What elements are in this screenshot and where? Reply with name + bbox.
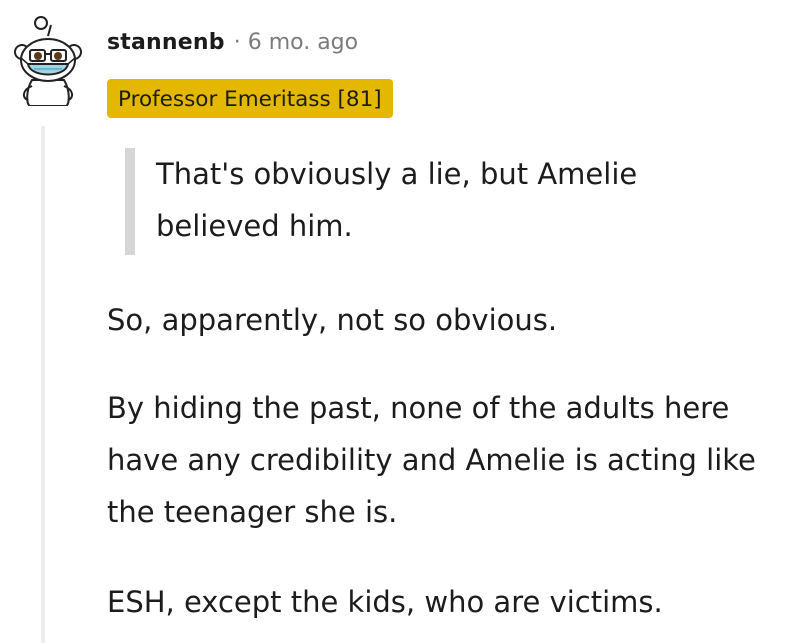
comment-paragraph: So, apparently, not so obvious. (107, 303, 558, 337)
thread-line[interactable] (41, 126, 45, 643)
avatar-antenna (47, 24, 52, 37)
comment-paragraph: ESH, except the kids, who are victims. (107, 585, 663, 619)
comment-paragraph: By hiding the past, none of the adults h… (107, 391, 756, 529)
comment-header: stannenb · 6 mo. ago (107, 30, 358, 55)
avatar-antenna-ball (34, 16, 48, 30)
blockquote-bar (125, 148, 135, 255)
timestamp[interactable]: 6 mo. ago (248, 30, 358, 55)
username[interactable]: stannenb (107, 30, 225, 55)
user-flair: Professor Emeritass [81] (107, 79, 393, 118)
blockquote-text: That's obviously a lie, but Amelie belie… (156, 157, 638, 243)
avatar-right-eye (54, 52, 62, 60)
avatar-body (26, 79, 70, 106)
user-avatar[interactable] (8, 14, 88, 106)
meta-separator: · (233, 30, 241, 55)
avatar-left-eye (34, 52, 42, 60)
